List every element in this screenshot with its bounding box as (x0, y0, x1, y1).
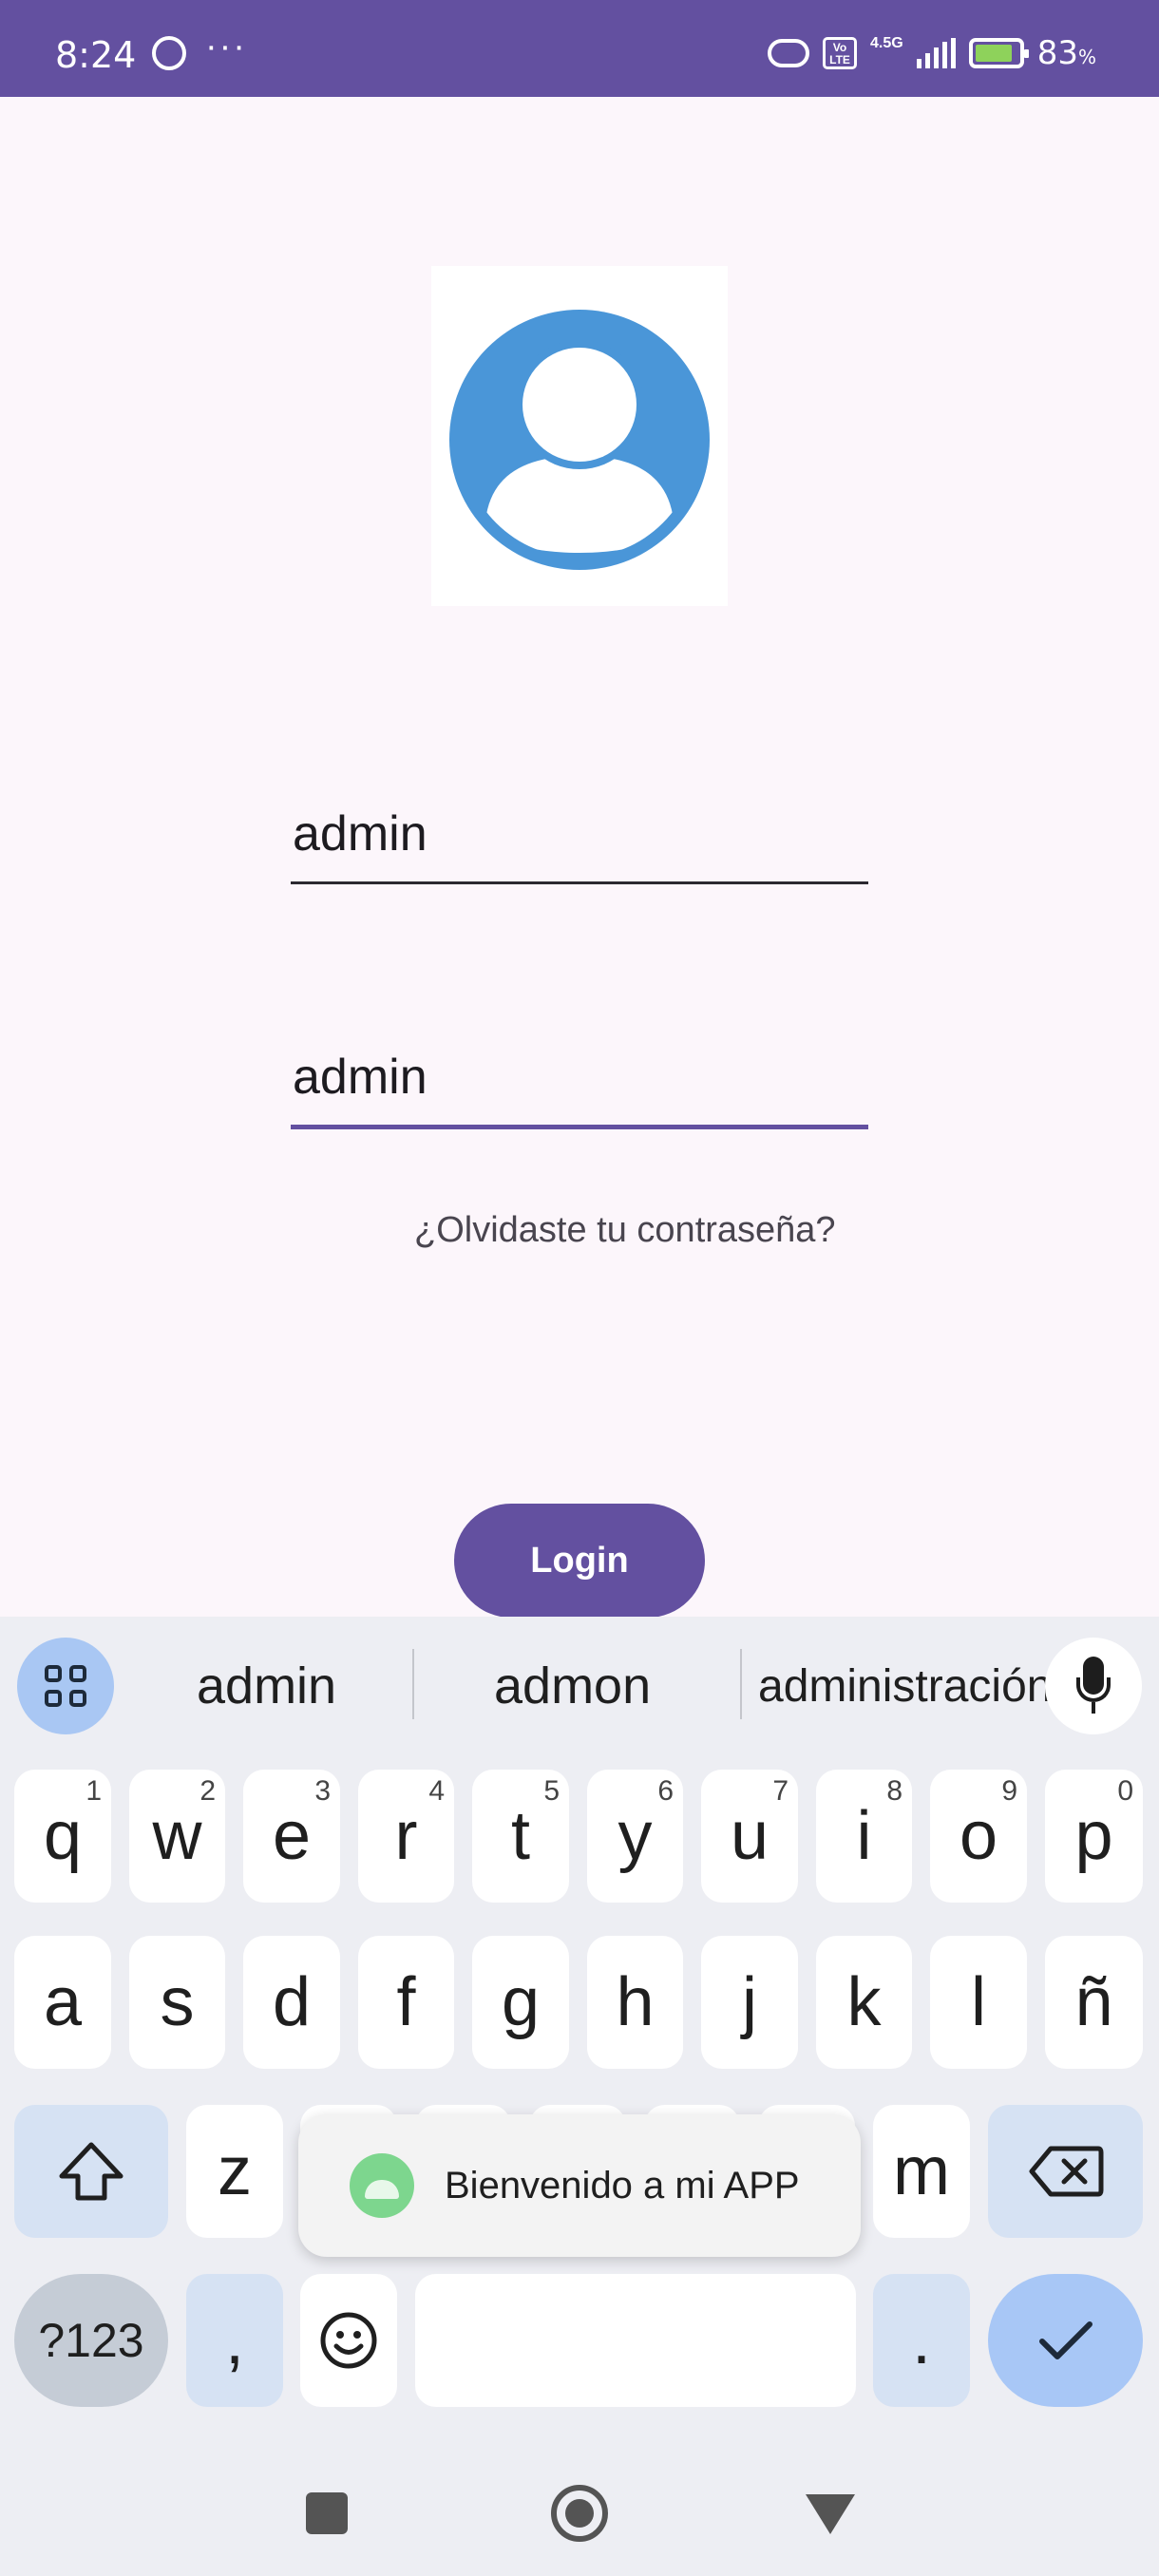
suggestion-2[interactable]: admon (494, 1657, 651, 1715)
username-underline (291, 881, 868, 884)
whatsapp-icon (152, 36, 186, 70)
apps-grid-button[interactable] (17, 1638, 114, 1734)
navigation-bar (0, 2432, 1159, 2576)
key-j[interactable]: j (701, 1936, 798, 2069)
key-u[interactable]: u7 (701, 1770, 798, 1903)
password-value: admin (293, 1050, 428, 1105)
signal-icon (916, 38, 956, 68)
check-icon (1038, 2321, 1092, 2359)
backspace-key[interactable] (988, 2105, 1143, 2238)
suggestion-divider (740, 1649, 742, 1719)
key-w[interactable]: w2 (129, 1770, 225, 1903)
key-l[interactable]: l (930, 1936, 1027, 2069)
key-a[interactable]: a (14, 1936, 111, 2069)
voice-input-button[interactable] (1045, 1638, 1142, 1734)
symbols-key[interactable]: ?123 (14, 2274, 168, 2407)
key-d[interactable]: d (243, 1936, 340, 2069)
password-underline (291, 1125, 868, 1129)
comma-key[interactable]: , (186, 2274, 283, 2407)
suggestion-divider (412, 1649, 414, 1719)
suggestion-3[interactable]: administración (758, 1660, 1052, 1713)
suggestion-strip: admin admon administración (0, 1617, 1159, 1750)
username-field[interactable]: admin (291, 805, 868, 885)
spacebar[interactable] (415, 2274, 856, 2407)
enter-key[interactable] (988, 2274, 1143, 2407)
apps-grid-icon (45, 1665, 86, 1707)
battery-icon (968, 38, 1029, 68)
shift-key[interactable] (14, 2105, 168, 2238)
key-q[interactable]: q1 (14, 1770, 111, 1903)
password-field[interactable]: admin (291, 1049, 868, 1130)
key-y[interactable]: y6 (587, 1770, 683, 1903)
home-icon[interactable] (551, 2485, 608, 2542)
key-h[interactable]: h (587, 1936, 683, 2069)
key-f[interactable]: f (358, 1936, 454, 2069)
battery-percent: 83% (1036, 34, 1096, 72)
status-time: 8:24 (55, 34, 137, 76)
key-r[interactable]: r4 (358, 1770, 454, 1903)
suggestion-1[interactable]: admin (197, 1657, 336, 1715)
key-k[interactable]: k (816, 1936, 912, 2069)
avatar (431, 266, 728, 606)
username-value: admin (293, 806, 428, 862)
key-m[interactable]: m (873, 2105, 970, 2238)
shift-icon (59, 2142, 124, 2201)
android-icon (350, 2153, 414, 2218)
network-type: 4.5G (870, 35, 903, 51)
key-g[interactable]: g (472, 1936, 569, 2069)
emoji-icon (320, 2312, 377, 2369)
period-key[interactable]: . (873, 2274, 970, 2407)
key-p[interactable]: p0 (1045, 1770, 1143, 1903)
key-n-tilde[interactable]: ñ (1045, 1936, 1143, 2069)
key-i[interactable]: i8 (816, 1770, 912, 1903)
emoji-key[interactable] (300, 2274, 397, 2407)
key-z[interactable]: z (186, 2105, 283, 2238)
volte-icon: Vo LTE (823, 37, 858, 69)
forgot-password-link[interactable]: ¿Olvidaste tu contraseña? (414, 1210, 836, 1251)
more-notifications-icon: ··· (205, 27, 247, 66)
key-s[interactable]: s (129, 1936, 225, 2069)
login-button[interactable]: Login (454, 1504, 705, 1618)
avatar-icon (449, 310, 710, 570)
key-e[interactable]: e3 (243, 1770, 340, 1903)
status-icons: Vo LTE 4.5G 83% (768, 34, 1096, 72)
recents-icon[interactable] (306, 2492, 348, 2534)
key-o[interactable]: o9 (930, 1770, 1027, 1903)
status-bar: 8:24 ··· Vo LTE 4.5G 83% (0, 0, 1159, 97)
back-icon[interactable] (806, 2494, 855, 2534)
backspace-icon (1029, 2146, 1103, 2197)
toast: Bienvenido a mi APP (298, 2114, 861, 2257)
toast-message: Bienvenido a mi APP (445, 2164, 800, 2207)
key-t[interactable]: t5 (472, 1770, 569, 1903)
hotspot-icon (768, 39, 810, 67)
